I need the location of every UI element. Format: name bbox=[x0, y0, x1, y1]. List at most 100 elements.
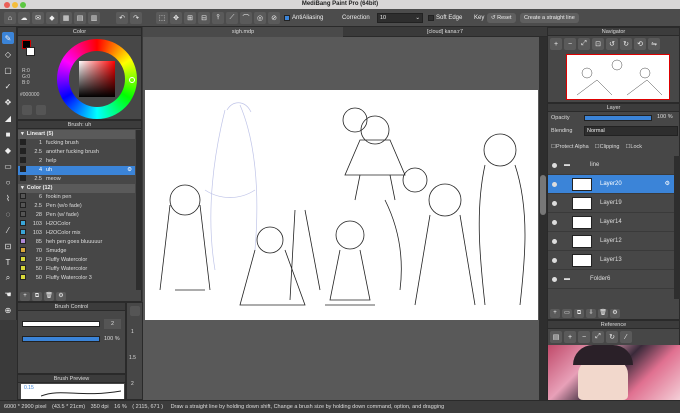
brush-item[interactable]: 85 heh pen goes bluuuuur bbox=[18, 238, 135, 247]
brush-settings-icon[interactable]: ⚙ bbox=[56, 292, 66, 301]
symmetry-icon[interactable]: ⫯ bbox=[212, 12, 224, 24]
size-option-1-5[interactable]: 1.5 bbox=[129, 355, 136, 361]
grid-icon[interactable]: ▦ bbox=[60, 12, 72, 24]
layer-list-scrollbar[interactable] bbox=[674, 156, 680, 299]
hand-tool-icon[interactable]: ☚ bbox=[2, 288, 14, 300]
visibility-icon[interactable] bbox=[552, 258, 557, 263]
size-option-1[interactable]: 1 bbox=[131, 329, 134, 335]
visibility-icon[interactable] bbox=[552, 201, 557, 206]
correction-select[interactable]: 10 ⌄ bbox=[377, 13, 423, 23]
layer-menu-icon[interactable]: ⚙ bbox=[610, 309, 620, 318]
tab-cloud-kana[interactable]: [cloud] kana:r7 bbox=[343, 27, 547, 37]
secondary-color-swatch[interactable] bbox=[26, 47, 35, 56]
brush-size-value[interactable]: 2 bbox=[104, 319, 121, 329]
zoom-out-icon[interactable]: − bbox=[564, 38, 576, 50]
brush-item[interactable]: 50 Fluffy Watercolor bbox=[18, 265, 135, 274]
eraser-tool-icon[interactable]: ◇ bbox=[2, 48, 14, 60]
brush-item[interactable]: 70 Smudge bbox=[18, 247, 135, 256]
actual-size-icon[interactable]: ⊡ bbox=[592, 38, 604, 50]
bucket-tool-icon[interactable]: ◆ bbox=[2, 144, 14, 156]
minimize-window-button[interactable] bbox=[12, 2, 18, 8]
layer-opacity-slider[interactable] bbox=[584, 115, 652, 121]
document-canvas[interactable] bbox=[145, 90, 538, 320]
undo-icon[interactable]: ↶ bbox=[116, 12, 128, 24]
merge-down-icon[interactable]: ⇩ bbox=[586, 309, 596, 318]
layer-row[interactable]: Layer14 bbox=[548, 213, 674, 232]
open-reference-icon[interactable]: ▤ bbox=[550, 331, 562, 343]
duplicate-layer-icon[interactable]: ⧉ bbox=[574, 309, 584, 318]
cloud-icon[interactable]: ☁ bbox=[18, 12, 30, 24]
brush-size-slider[interactable] bbox=[22, 321, 100, 327]
zoom-in-icon[interactable]: + bbox=[550, 38, 562, 50]
circle-snap-icon[interactable]: ◎ bbox=[254, 12, 266, 24]
add-layer-icon[interactable]: + bbox=[550, 309, 560, 318]
close-window-button[interactable] bbox=[4, 2, 10, 8]
fit-reference-icon[interactable]: ⤢ bbox=[592, 331, 604, 343]
fit-icon[interactable]: ⤢ bbox=[578, 38, 590, 50]
zoom-out-reference-icon[interactable]: − bbox=[578, 331, 590, 343]
snap-icon[interactable]: ⊟ bbox=[198, 12, 210, 24]
shape-tool-icon[interactable]: ○ bbox=[2, 176, 14, 188]
home-icon[interactable]: ⌂ bbox=[4, 12, 16, 24]
add-folder-icon[interactable]: ▭ bbox=[562, 309, 572, 318]
brush-item[interactable]: 4 uh ⚙ bbox=[18, 166, 135, 175]
divide-tool-icon[interactable]: ⊡ bbox=[2, 240, 14, 252]
zoom-in-reference-icon[interactable]: + bbox=[564, 331, 576, 343]
panel-icon[interactable]: ▤ bbox=[74, 12, 86, 24]
transform-icon[interactable]: ✥ bbox=[170, 12, 182, 24]
brush-item[interactable]: 50 Fluffy Watercolor bbox=[18, 256, 135, 265]
visibility-icon[interactable] bbox=[552, 220, 557, 225]
visibility-icon[interactable] bbox=[552, 277, 557, 282]
magic-wand-tool-icon[interactable]: ✓ bbox=[2, 80, 14, 92]
brush-item[interactable]: 1 fucking brush bbox=[18, 139, 135, 148]
brush-item[interactable]: 2 help bbox=[18, 157, 135, 166]
eyedropper-tool-icon[interactable]: ⁄ bbox=[2, 224, 14, 236]
hue-handle[interactable] bbox=[129, 77, 135, 83]
rect-select-tool-icon[interactable]: ▢ bbox=[2, 64, 14, 76]
brush-tool-icon[interactable]: ✎ bbox=[2, 32, 14, 44]
layer-row[interactable]: Layer12 bbox=[548, 232, 674, 251]
layer-folder-row[interactable]: ▬ line bbox=[548, 156, 674, 175]
eyedropper-reference-icon[interactable]: ⁄ bbox=[620, 331, 632, 343]
navigator-preview[interactable] bbox=[566, 54, 670, 100]
visibility-icon[interactable] bbox=[552, 182, 557, 187]
brush-item[interactable]: 103 H2OColor bbox=[18, 220, 135, 229]
chat-icon[interactable]: ✉ bbox=[32, 12, 44, 24]
fill-tool-icon[interactable]: ◢ bbox=[2, 112, 14, 124]
canvas-vertical-scrollbar[interactable] bbox=[539, 37, 547, 400]
perspective-icon[interactable]: ⟋ bbox=[226, 12, 238, 24]
protect-alpha-checkbox[interactable]: ☐Protect Alpha bbox=[551, 144, 589, 150]
color-mode-icon[interactable] bbox=[22, 105, 32, 115]
brush-list-scrollbar[interactable] bbox=[136, 130, 142, 290]
reset-rotation-icon[interactable]: ⟲ bbox=[634, 38, 646, 50]
lock-checkbox[interactable]: ☐Lock bbox=[625, 144, 642, 150]
delete-layer-icon[interactable]: 🗑 bbox=[598, 309, 608, 318]
brush-item[interactable]: 2.5 another fucking brush bbox=[18, 148, 135, 157]
snap-off-icon[interactable]: ⊘ bbox=[268, 12, 280, 24]
layer-row[interactable]: Layer19 bbox=[548, 194, 674, 213]
select-pen-tool-icon[interactable]: ⌇ bbox=[2, 192, 14, 204]
soft-edge-checkbox[interactable] bbox=[428, 15, 434, 21]
ruler-icon[interactable]: ⊞ bbox=[184, 12, 196, 24]
brush-item[interactable]: 2.5 meow bbox=[18, 175, 135, 184]
visibility-icon[interactable] bbox=[552, 239, 557, 244]
brush-item[interactable]: 28 Pen (w/ fade) bbox=[18, 211, 135, 220]
text-tool-icon[interactable]: T bbox=[2, 256, 14, 268]
brush-item[interactable]: 50 Fluffy Watercolor 3 bbox=[18, 274, 135, 283]
brush-group[interactable]: ▾ Color (12) bbox=[18, 184, 135, 193]
rotate-left-icon[interactable]: ↺ bbox=[606, 38, 618, 50]
size-list-settings-icon[interactable] bbox=[130, 306, 140, 316]
gear-icon[interactable]: ⚙ bbox=[665, 175, 670, 194]
brush-item[interactable]: 103 H2OColor mix bbox=[18, 229, 135, 238]
fill-icon[interactable]: ◆ bbox=[46, 12, 58, 24]
zoom-window-button[interactable] bbox=[20, 2, 26, 8]
layer-folder-row[interactable]: ▬ Folder6 bbox=[548, 270, 674, 289]
antialiasing-checkbox[interactable] bbox=[284, 15, 290, 21]
hue-ring[interactable] bbox=[57, 39, 137, 119]
color-history-icon[interactable] bbox=[36, 105, 46, 115]
layer-row[interactable]: Layer13 bbox=[548, 251, 674, 270]
gradient-tool-icon[interactable]: ▭ bbox=[2, 160, 14, 172]
rotate-reference-icon[interactable]: ↻ bbox=[606, 331, 618, 343]
brush-group[interactable]: ▾ Lineart (5) bbox=[18, 130, 135, 139]
brush-item[interactable]: 2.5 Pen (w/o fade) bbox=[18, 202, 135, 211]
